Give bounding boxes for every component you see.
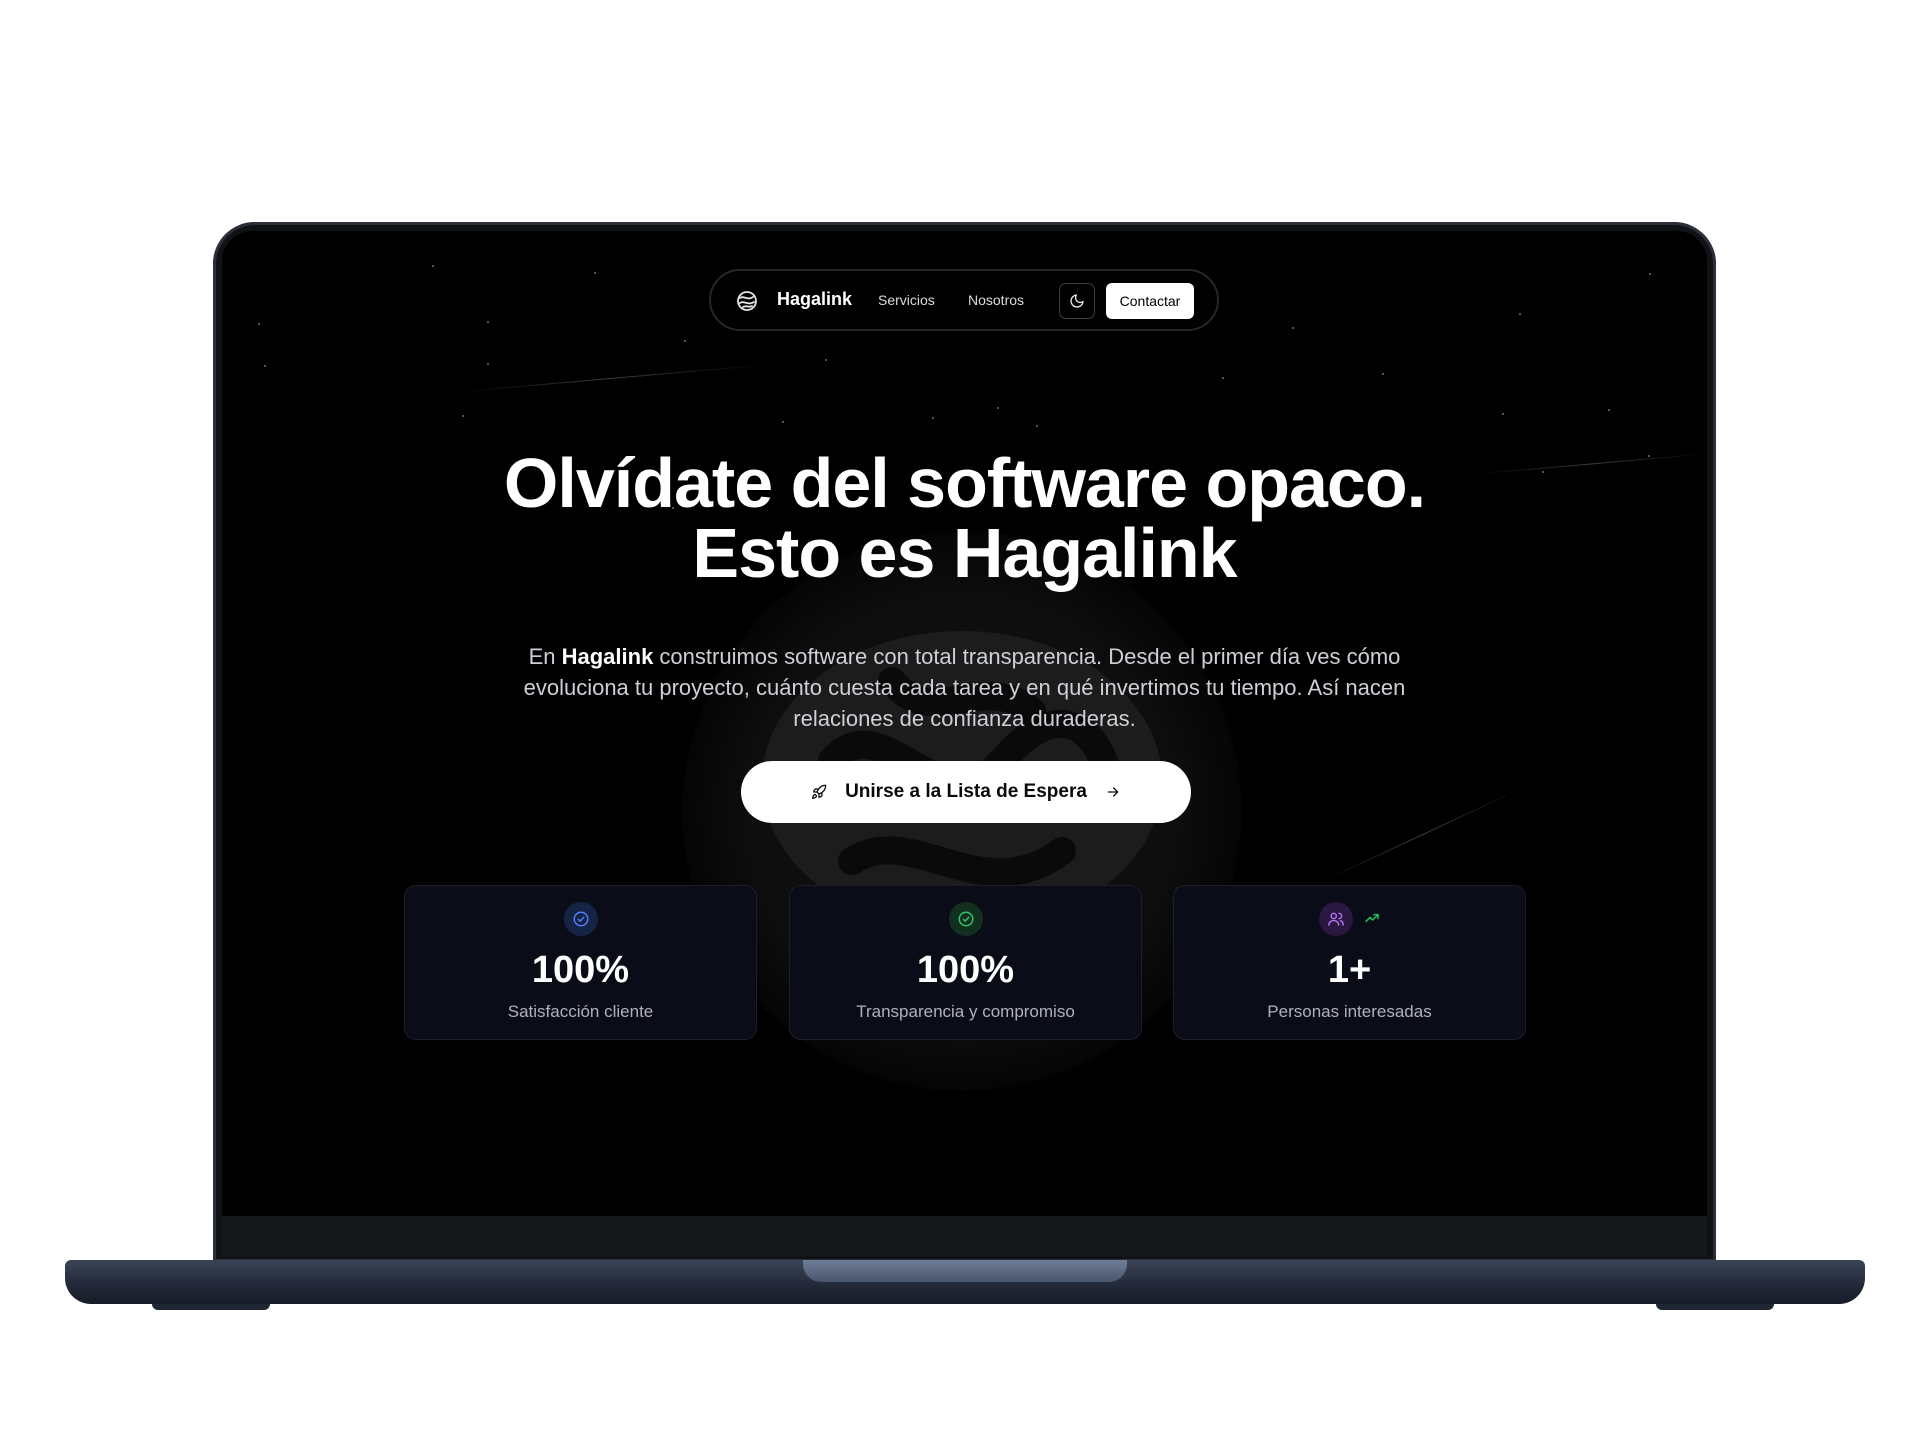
moon-icon (1070, 294, 1084, 308)
laptop-foot-left (152, 1304, 270, 1310)
laptop-opening-notch (803, 1260, 1127, 1282)
stat-label: Personas interesadas (1267, 1002, 1432, 1021)
hagalink-logo-icon[interactable] (735, 289, 759, 313)
website-screen: Hagalink Servicios Nosotros Contactar Ol… (222, 231, 1707, 1216)
brand-name[interactable]: Hagalink (777, 289, 852, 310)
stat-value: 100% (531, 949, 630, 991)
arrow-right-icon (1107, 787, 1119, 797)
hero-subtitle-brand: Hagalink (561, 644, 654, 669)
check-circle-icon (564, 902, 598, 936)
hero-subtitle: En Hagalink construimos software con tot… (523, 644, 1406, 731)
join-waitlist-button[interactable]: Unirse a la Lista de Espera (741, 761, 1191, 823)
users-icon (1319, 902, 1353, 936)
stat-label: Transparencia y compromiso (856, 1002, 1075, 1021)
screen-bezel-bottom (222, 1216, 1707, 1256)
stat-card-satisfaccion: 100% Satisfacción cliente (404, 885, 757, 1040)
stat-label: Satisfacción cliente (507, 1002, 654, 1021)
stat-value: 1+ (1327, 949, 1372, 991)
stat-card-personas: 1+ Personas interesadas (1173, 885, 1526, 1040)
laptop-foot-right (1656, 1304, 1774, 1310)
rocket-icon (812, 784, 827, 799)
join-waitlist-label: Unirse a la Lista de Espera (845, 781, 1087, 802)
stat-card-transparencia: 100% Transparencia y compromiso (789, 885, 1142, 1040)
trending-up-icon (1364, 910, 1380, 931)
hero-title-line2: Esto es Hagalink (692, 514, 1237, 592)
top-navbar: Hagalink Servicios Nosotros Contactar (709, 269, 1219, 331)
nav-link-servicios[interactable]: Servicios (878, 292, 935, 308)
nav-link-nosotros[interactable]: Nosotros (968, 292, 1024, 308)
stat-value: 100% (916, 949, 1015, 991)
contact-button[interactable]: Contactar (1106, 283, 1194, 319)
hero-title-line1: Olvídate del software opaco. (503, 444, 1426, 522)
theme-toggle-button[interactable] (1059, 283, 1095, 319)
check-circle-icon (949, 902, 983, 936)
